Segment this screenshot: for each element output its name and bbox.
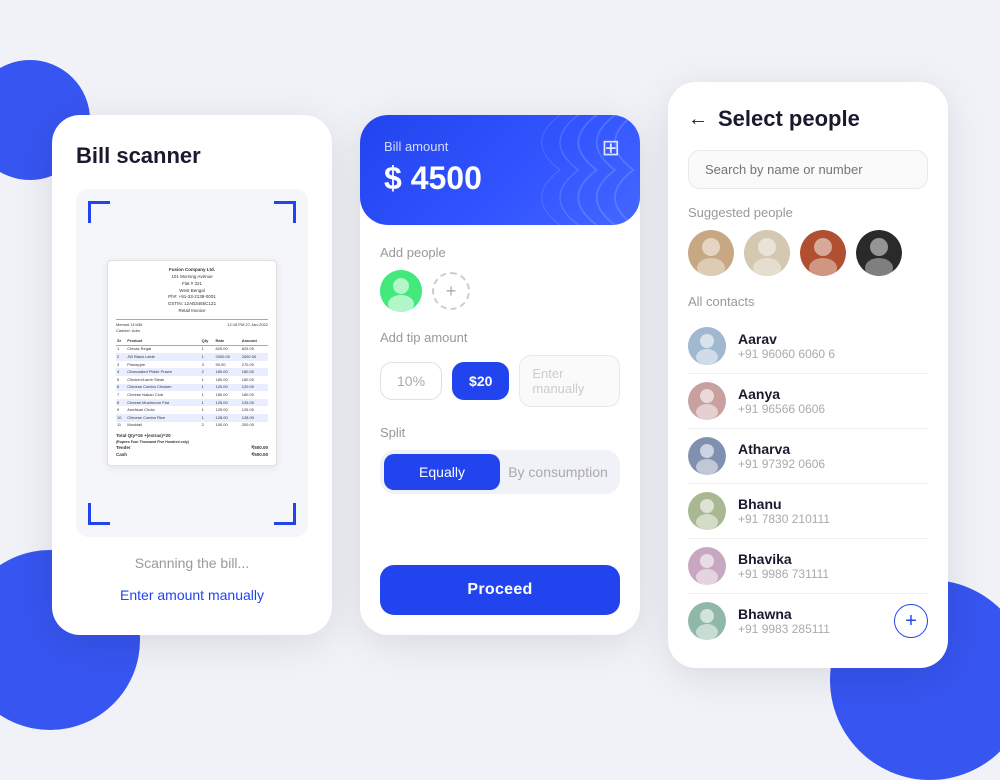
cards-container: Bill scanner Fusion Company Ltd. 101 Mor…	[52, 82, 948, 668]
contact-name-aanya: Aanya	[738, 386, 928, 402]
corner-bottom-right	[274, 503, 296, 525]
receipt-header: Fusion Company Ltd. 101 Morning Avenue F…	[116, 267, 268, 314]
scanning-text: Scanning the bill...	[76, 555, 308, 571]
select-people-card: ← Select people Suggested people All con…	[668, 82, 948, 668]
contact-info-bhavika: Bhavika +91 9986 731111	[738, 551, 928, 581]
enter-manually-button[interactable]: Enter amount manually	[76, 579, 308, 611]
select-people-title: Select people	[718, 106, 860, 132]
back-arrow-icon[interactable]: ←	[688, 108, 708, 131]
contact-name-bhanu: Bhanu	[738, 496, 928, 512]
add-tip-section: Add tip amount 10% $20 Enter manually	[380, 330, 620, 407]
contact-row[interactable]: Bhavika +91 9986 731111	[688, 539, 928, 594]
tip-manual-input[interactable]: Enter manually	[519, 355, 620, 407]
contact-phone-bhawna: +91 9983 285111	[738, 622, 882, 636]
added-person-avatar	[380, 270, 422, 312]
bill-body: Add people + Add tip amount 10	[360, 225, 640, 565]
contact-name-aarav: Aarav	[738, 331, 928, 347]
add-tip-label: Add tip amount	[380, 330, 620, 345]
suggested-avatar-4[interactable]	[856, 230, 902, 276]
receipt-table: Sr Product Qty Rate Amount 1Chivas Regal…	[116, 337, 268, 430]
contact-avatar-bhawna	[688, 602, 726, 640]
contact-name-bhavika: Bhavika	[738, 551, 928, 567]
contact-phone-aarav: +91 96060 6060 6	[738, 347, 928, 361]
suggested-avatar-1[interactable]	[688, 230, 734, 276]
add-people-row: +	[380, 270, 620, 312]
contact-info-bhanu: Bhanu +91 7830 210111	[738, 496, 928, 526]
contact-row[interactable]: Atharva +91 97392 0606	[688, 429, 928, 484]
split-section: Split Equally By consumption	[380, 425, 620, 494]
contact-row[interactable]: Aarav +91 96060 6060 6	[688, 319, 928, 374]
search-input[interactable]	[688, 150, 928, 189]
contact-phone-bhanu: +91 7830 210111	[738, 512, 928, 526]
scanner-viewport: Fusion Company Ltd. 101 Morning Avenue F…	[76, 189, 308, 537]
contact-info-aanya: Aanya +91 96566 0606	[738, 386, 928, 416]
bill-amount-label: Bill amount	[384, 139, 616, 154]
suggested-label: Suggested people	[688, 205, 928, 220]
contact-avatar-bhanu	[688, 492, 726, 530]
contact-phone-atharva: +91 97392 0606	[738, 457, 928, 471]
add-contact-button[interactable]: +	[894, 604, 928, 638]
proceed-button[interactable]: Proceed	[380, 565, 620, 615]
scanner-title: Bill scanner	[76, 143, 201, 169]
split-toggle: Equally By consumption	[380, 450, 620, 494]
corner-top-right	[274, 201, 296, 223]
split-label: Split	[380, 425, 620, 440]
contact-avatar-atharva	[688, 437, 726, 475]
contact-name-bhawna: Bhawna	[738, 606, 882, 622]
contact-name-atharva: Atharva	[738, 441, 928, 457]
contacts-label: All contacts	[688, 294, 928, 309]
contact-info-bhawna: Bhawna +91 9983 285111	[738, 606, 882, 636]
add-people-label: Add people	[380, 245, 620, 260]
corner-top-left	[88, 201, 110, 223]
contact-phone-bhavika: +91 9986 731111	[738, 567, 928, 581]
bill-details-card: ⊞ Bill amount $ 4500 Add people +	[360, 115, 640, 635]
select-people-header: ← Select people	[688, 106, 928, 132]
tip-option-10[interactable]: 10%	[380, 362, 442, 400]
suggested-people-row	[688, 230, 928, 276]
split-equally-button[interactable]: Equally	[384, 454, 500, 490]
contact-info-atharva: Atharva +91 97392 0606	[738, 441, 928, 471]
corner-bottom-left	[88, 503, 110, 525]
bill-scanner-card: Bill scanner Fusion Company Ltd. 101 Mor…	[52, 115, 332, 635]
receipt-paper: Fusion Company Ltd. 101 Morning Avenue F…	[107, 260, 277, 465]
contact-row[interactable]: Aanya +91 96566 0606	[688, 374, 928, 429]
add-person-button[interactable]: +	[432, 272, 470, 310]
tip-option-20[interactable]: $20	[452, 362, 509, 400]
contact-info-aarav: Aarav +91 96060 6060 6	[738, 331, 928, 361]
bill-amount: $ 4500	[384, 160, 616, 197]
suggested-avatar-3[interactable]	[800, 230, 846, 276]
contact-phone-aanya: +91 96566 0606	[738, 402, 928, 416]
split-consumption-button[interactable]: By consumption	[500, 454, 616, 490]
bill-header: ⊞ Bill amount $ 4500	[360, 115, 640, 225]
contact-avatar-aarav	[688, 327, 726, 365]
contact-avatar-aanya	[688, 382, 726, 420]
tip-row: 10% $20 Enter manually	[380, 355, 620, 407]
suggested-avatar-2[interactable]	[744, 230, 790, 276]
add-people-section: Add people +	[380, 245, 620, 312]
contact-avatar-bhavika	[688, 547, 726, 585]
contact-row[interactable]: Bhawna +91 9983 285111 +	[688, 594, 928, 648]
contact-row[interactable]: Bhanu +91 7830 210111	[688, 484, 928, 539]
person-avatar-image	[380, 270, 422, 312]
receipt-total: Total Qty=16 +(extras)=20 (Rupees Four T…	[116, 433, 268, 459]
